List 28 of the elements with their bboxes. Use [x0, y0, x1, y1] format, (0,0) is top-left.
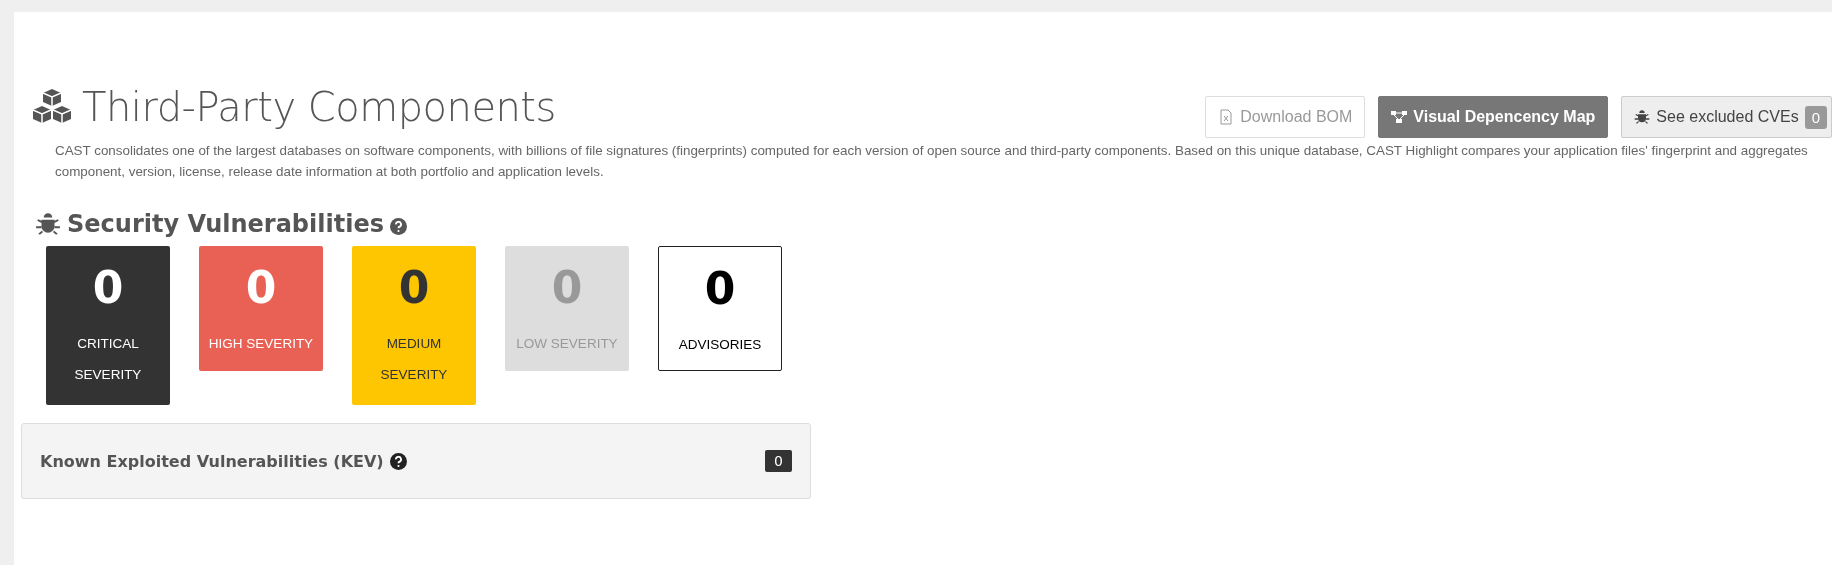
count-badge: 0 [1804, 105, 1827, 129]
cubes-icon [32, 89, 72, 125]
severity-label: LOW SEVERITY [515, 335, 619, 353]
severity-count: 0 [550, 261, 584, 315]
bug-icon [1634, 109, 1651, 125]
page-title: Third-Party Components [82, 84, 556, 130]
severity-label: MEDIUM SEVERITY [379, 335, 449, 384]
severity-count: 0 [244, 261, 278, 315]
severity-label: CRITICAL SEVERITY [73, 335, 143, 384]
help-icon[interactable] [389, 217, 407, 235]
severity-tile[interactable]: 0 CRITICAL SEVERITY [46, 246, 170, 405]
severity-count: 0 [703, 262, 737, 316]
severity-count: 0 [91, 261, 125, 315]
severity-tile[interactable]: 0 ADVISORIES [658, 246, 782, 371]
bug-icon [35, 211, 61, 237]
kev-count-badge: 0 [765, 450, 792, 472]
help-icon[interactable] [389, 452, 407, 470]
severity-count: 0 [397, 261, 431, 315]
severity-label: HIGH SEVERITY [207, 335, 315, 353]
excluded-button[interactable]: See excluded CVEs 0 [1621, 96, 1832, 138]
severity-tile[interactable]: 0 MEDIUM SEVERITY [352, 246, 476, 405]
kev-title: Known Exploited Vulnerabilities (KEV) [40, 451, 384, 471]
file-icon [1218, 109, 1235, 125]
map-button[interactable]: Visual Depencency Map [1378, 96, 1609, 138]
description-text: CAST consolidates one of the largest databases on software components, with billions of file signatures (fingerprints) computed for each version of open source and third-party components. Based on this unique database, CAST Highlight compares your application files' fingerprint and aggregates component, version, license, release date information at both portfolio and application levels. [55, 142, 1809, 181]
severity-label: ADVISORIES [677, 336, 763, 354]
section-title: Security Vulnerabilities [67, 210, 384, 238]
network-icon [1391, 109, 1408, 125]
